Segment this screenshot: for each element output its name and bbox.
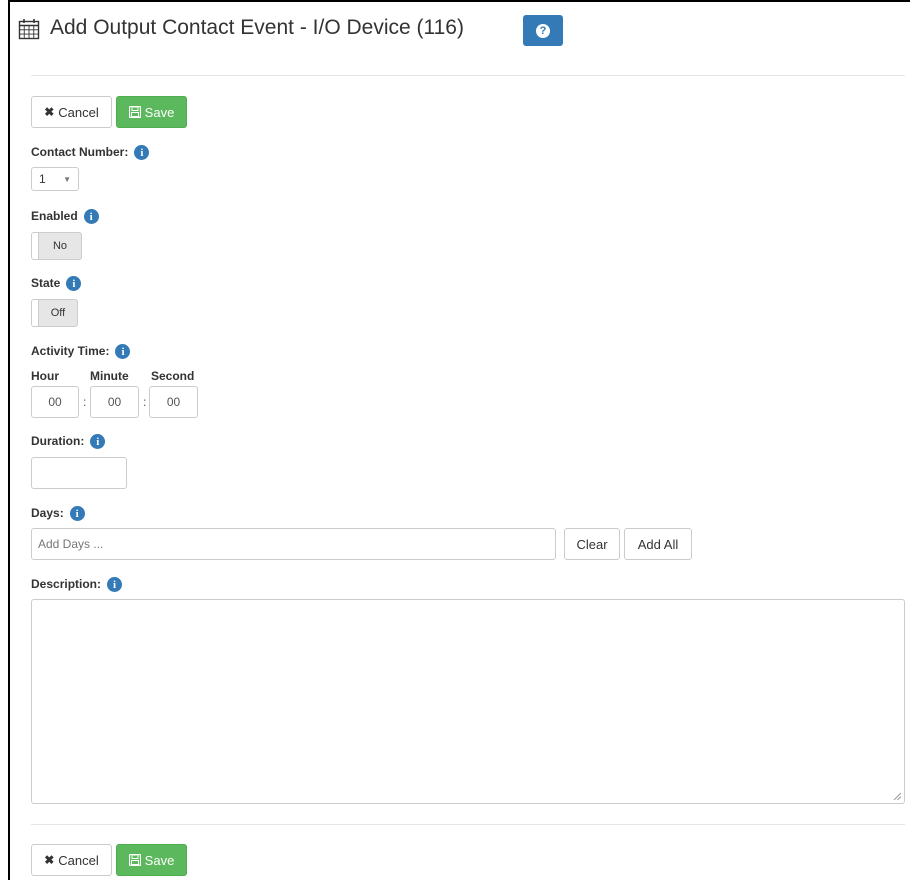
minute-input[interactable]: 00 bbox=[90, 386, 139, 418]
calendar-icon bbox=[18, 19, 40, 40]
days-input[interactable]: Add Days ... bbox=[31, 528, 556, 560]
info-icon[interactable]: i bbox=[66, 276, 82, 292]
enabled-label: Enabled i bbox=[31, 209, 99, 225]
contact-number-label-text: Contact Number: bbox=[31, 145, 129, 159]
time-separator: : bbox=[143, 395, 147, 409]
duration-label: Duration: i bbox=[31, 434, 106, 450]
clear-days-button[interactable]: Clear bbox=[564, 528, 620, 560]
info-icon[interactable]: i bbox=[107, 577, 123, 593]
info-icon[interactable]: i bbox=[83, 209, 99, 225]
cancel-button-top[interactable]: ✖ Cancel bbox=[31, 96, 112, 128]
activity-time-label: Activity Time: i bbox=[31, 344, 131, 360]
toggle-handle bbox=[32, 300, 39, 326]
divider-bottom bbox=[31, 824, 905, 825]
resize-handle-icon[interactable] bbox=[893, 792, 901, 800]
description-label: Description: i bbox=[31, 577, 123, 593]
help-button[interactable]: ? bbox=[523, 15, 563, 46]
save-icon bbox=[128, 854, 141, 866]
time-separator: : bbox=[83, 395, 87, 409]
state-label: State i bbox=[31, 276, 82, 292]
contact-number-select[interactable]: 1 ▼ bbox=[31, 167, 79, 191]
days-input-placeholder: Add Days ... bbox=[38, 537, 104, 551]
question-circle-icon: ? bbox=[536, 23, 550, 38]
duration-input[interactable] bbox=[31, 457, 127, 489]
save-icon bbox=[128, 106, 141, 118]
enabled-label-text: Enabled bbox=[31, 209, 78, 223]
save-button-label: Save bbox=[144, 852, 175, 868]
close-icon: ✖ bbox=[44, 105, 55, 119]
state-label-text: State bbox=[31, 276, 61, 290]
duration-label-text: Duration: bbox=[31, 434, 85, 448]
toggle-handle bbox=[32, 233, 39, 259]
second-input[interactable]: 00 bbox=[149, 386, 198, 418]
close-icon: ✖ bbox=[44, 853, 55, 867]
state-toggle[interactable]: Off bbox=[31, 299, 78, 327]
save-button-bottom[interactable]: Save bbox=[116, 844, 187, 876]
info-icon[interactable]: i bbox=[134, 145, 150, 161]
cancel-button-label: Cancel bbox=[58, 104, 99, 120]
contact-number-label: Contact Number: i bbox=[31, 145, 150, 161]
days-label: Days: i bbox=[31, 506, 85, 522]
enabled-toggle[interactable]: No bbox=[31, 232, 82, 260]
days-label-text: Days: bbox=[31, 506, 64, 520]
contact-number-value: 1 bbox=[39, 172, 46, 186]
state-toggle-value: Off bbox=[50, 307, 66, 319]
hour-label: Hour bbox=[31, 369, 59, 383]
save-button-top[interactable]: Save bbox=[116, 96, 187, 128]
minute-label: Minute bbox=[90, 369, 129, 383]
enabled-toggle-value: No bbox=[52, 240, 68, 252]
page-title: Add Output Contact Event - I/O Device (1… bbox=[50, 16, 464, 39]
save-button-label: Save bbox=[144, 104, 175, 120]
divider-top bbox=[31, 75, 905, 76]
add-all-days-button[interactable]: Add All bbox=[624, 528, 692, 560]
activity-time-label-text: Activity Time: bbox=[31, 344, 110, 358]
description-textarea[interactable] bbox=[31, 599, 905, 804]
info-icon[interactable]: i bbox=[69, 506, 85, 522]
cancel-button-bottom[interactable]: ✖ Cancel bbox=[31, 844, 112, 876]
caret-down-icon: ▼ bbox=[63, 174, 71, 184]
cancel-button-label: Cancel bbox=[58, 852, 99, 868]
info-icon[interactable]: i bbox=[115, 344, 131, 360]
hour-input[interactable]: 00 bbox=[31, 386, 79, 418]
description-label-text: Description: bbox=[31, 577, 102, 591]
info-icon[interactable]: i bbox=[90, 434, 106, 450]
second-label: Second bbox=[151, 369, 195, 383]
